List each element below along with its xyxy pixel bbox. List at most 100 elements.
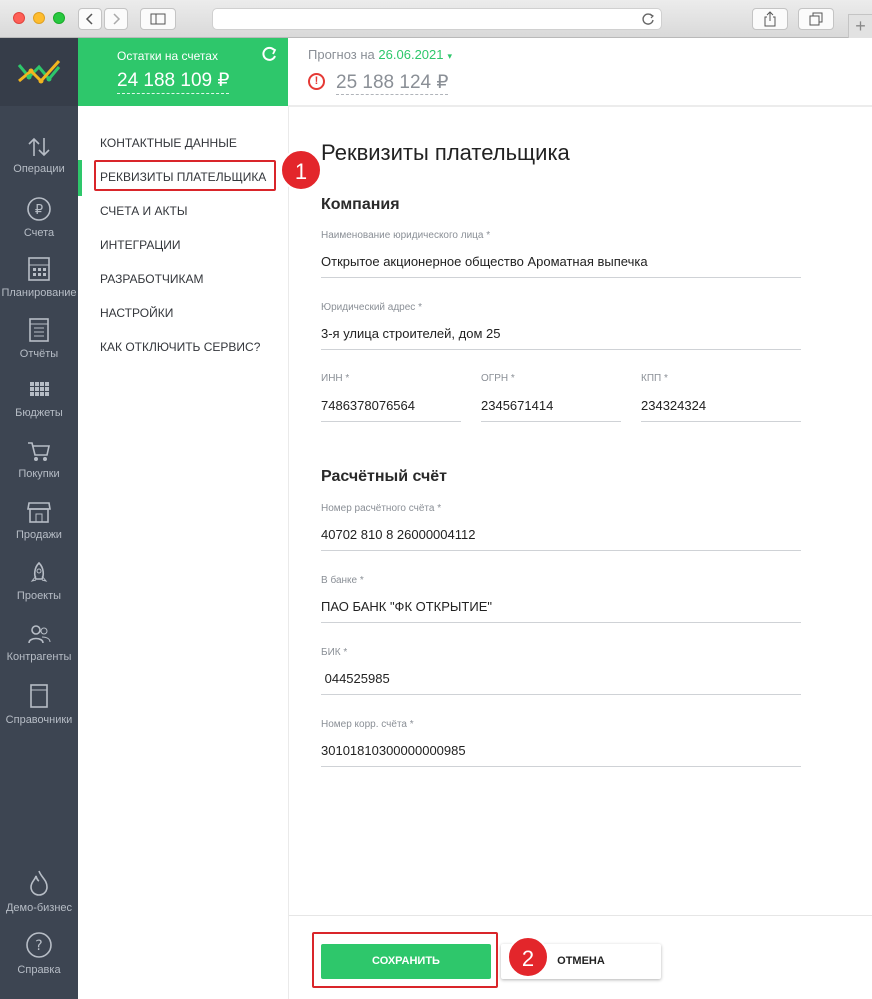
new-tab-button[interactable]: +: [848, 14, 872, 38]
nav-reports-label: Отчёты: [19, 348, 59, 360]
account-section-title: Расчётный счёт: [321, 468, 447, 485]
ruble-circle-icon: ₽: [27, 197, 51, 221]
nav-budgets-label: Бюджеты: [15, 407, 63, 419]
bank-field[interactable]: ПАО БАНК "ФК ОТКРЫТИЕ": [321, 599, 801, 623]
corr-account-field[interactable]: 30101810300000000985: [321, 743, 801, 767]
cart-icon: [28, 442, 50, 461]
main-nav-rail: Операции ₽ Счета Планирование Отчёты Бюд…: [0, 38, 78, 999]
minimize-window-button[interactable]: [33, 12, 45, 24]
nav-sales-label: Продажи: [16, 529, 62, 541]
balance-amount[interactable]: 24 188 109 ₽: [117, 69, 230, 94]
nav-purchases-label: Покупки: [18, 468, 60, 480]
nav-operations-label: Операции: [13, 163, 65, 175]
forecast-amount[interactable]: 25 188 124 ₽: [336, 71, 449, 95]
nav-projects-label: Проекты: [16, 590, 62, 602]
forecast-label: Прогноз на: [308, 47, 375, 62]
menu-item-settings[interactable]: НАСТРОЙКИ: [100, 306, 173, 320]
chevron-left-icon: [85, 13, 93, 25]
close-window-button[interactable]: [13, 12, 25, 24]
corr-account-label: Номер корр. счёта *: [321, 719, 414, 730]
bik-label: БИК *: [321, 647, 348, 658]
kpp-field[interactable]: 234324324: [641, 398, 801, 422]
settings-menu: КОНТАКТНЫЕ ДАННЫЕ РЕКВИЗИТЫ ПЛАТЕЛЬЩИКА …: [78, 106, 288, 999]
share-button[interactable]: [752, 8, 788, 30]
nav-projects[interactable]: Проекты: [0, 561, 78, 602]
arrows-updown-icon: [28, 137, 50, 157]
refresh-icon[interactable]: [260, 45, 278, 63]
nav-accounts[interactable]: ₽ Счета: [0, 196, 78, 239]
nav-budgets[interactable]: Бюджеты: [0, 378, 78, 419]
forecast-date[interactable]: 26.06.2021: [378, 47, 443, 62]
nav-help[interactable]: ? Справка: [0, 931, 78, 976]
help-circle-icon: ?: [26, 932, 52, 958]
sidebar-icon: [150, 13, 166, 25]
tabs-button[interactable]: [798, 8, 834, 30]
bik-field[interactable]: 044525985: [321, 671, 801, 695]
nav-help-label: Справка: [17, 964, 61, 976]
nav-operations[interactable]: Операции: [0, 136, 78, 175]
nav-references-label: Справочники: [5, 714, 73, 726]
nav-demo-business-label: Демо-бизнес: [5, 902, 73, 914]
app-logo[interactable]: [0, 38, 78, 106]
inn-field[interactable]: 7486378076564: [321, 398, 461, 422]
reload-icon[interactable]: [641, 12, 655, 26]
menu-item-developers[interactable]: РАЗРАБОТЧИКАМ: [100, 272, 204, 286]
book-icon: [30, 684, 48, 708]
chevron-right-icon: [113, 13, 121, 25]
rocket-icon: [30, 561, 48, 582]
legal-name-label: Наименование юридического лица *: [321, 230, 491, 241]
account-number-field[interactable]: 40702 810 8 26000004112: [321, 527, 801, 551]
balance-label: Остатки на счетах: [117, 49, 218, 63]
zoom-window-button[interactable]: [53, 12, 65, 24]
step-badge-1: 1: [280, 149, 322, 191]
menu-item-contacts[interactable]: КОНТАКТНЫЕ ДАННЫЕ: [100, 136, 237, 150]
warning-icon: !: [308, 73, 325, 90]
tabs-icon: [809, 12, 823, 26]
sidebar-toggle-button[interactable]: [140, 8, 176, 30]
nav-reports[interactable]: Отчёты: [0, 317, 78, 360]
menu-item-integrations[interactable]: ИНТЕГРАЦИИ: [100, 238, 180, 252]
nav-demo-business[interactable]: Демо-бизнес: [0, 869, 78, 914]
ogrn-label: ОГРН *: [481, 373, 515, 384]
page-title: Реквизиты плательщика: [321, 140, 570, 165]
report-icon: [29, 318, 49, 342]
nav-sales[interactable]: Продажи: [0, 500, 78, 541]
nav-counterparties-label: Контрагенты: [6, 651, 72, 663]
nav-counterparties[interactable]: Контрагенты: [0, 622, 78, 663]
legal-address-field[interactable]: 3-я улица строителей, дом 25: [321, 326, 801, 350]
legal-name-field[interactable]: Открытое акционерное общество Ароматная …: [321, 254, 801, 278]
balance-panel: Остатки на счетах 24 188 109 ₽: [78, 38, 288, 106]
account-number-label: Номер расчётного счёта *: [321, 503, 442, 514]
forecast-panel: Прогноз на 26.06.2021 ▾ ! 25 188 124 ₽: [288, 38, 872, 106]
ogrn-field[interactable]: 2345671414: [481, 398, 621, 422]
grid-icon: [30, 382, 49, 396]
step-badge-2: 2: [507, 936, 549, 978]
nav-planning[interactable]: Планирование: [0, 256, 78, 299]
calculator-icon: [28, 257, 50, 281]
nav-purchases[interactable]: Покупки: [0, 439, 78, 480]
bank-label: В банке *: [321, 575, 364, 586]
flame-icon: [30, 870, 48, 896]
nav-planning-label: Планирование: [1, 287, 77, 299]
trend-chart-logo-icon: [17, 59, 61, 84]
chevron-down-icon[interactable]: ▾: [448, 51, 453, 61]
people-icon: [28, 625, 51, 644]
forecast-selector[interactable]: Прогноз на 26.06.2021 ▾: [308, 47, 452, 62]
kpp-label: КПП *: [641, 373, 668, 384]
legal-address-label: Юридический адрес *: [321, 302, 422, 313]
svg-text:₽: ₽: [35, 203, 43, 218]
inn-label: ИНН *: [321, 373, 350, 384]
highlight-payer-details: [94, 160, 276, 191]
address-bar[interactable]: [212, 8, 662, 30]
highlight-save-button: [312, 932, 498, 988]
forward-button[interactable]: [104, 8, 128, 30]
menu-item-invoices[interactable]: СЧЕТА И АКТЫ: [100, 204, 187, 218]
shop-icon: [27, 502, 51, 523]
nav-references[interactable]: Справочники: [0, 683, 78, 726]
payer-details-form: Реквизиты плательщика Компания Наименова…: [288, 107, 872, 999]
company-section-title: Компания: [321, 196, 400, 213]
nav-accounts-label: Счета: [23, 227, 55, 239]
menu-active-indicator: [78, 160, 82, 196]
back-button[interactable]: [78, 8, 102, 30]
menu-item-disable-service[interactable]: КАК ОТКЛЮЧИТЬ СЕРВИС?: [100, 340, 260, 354]
